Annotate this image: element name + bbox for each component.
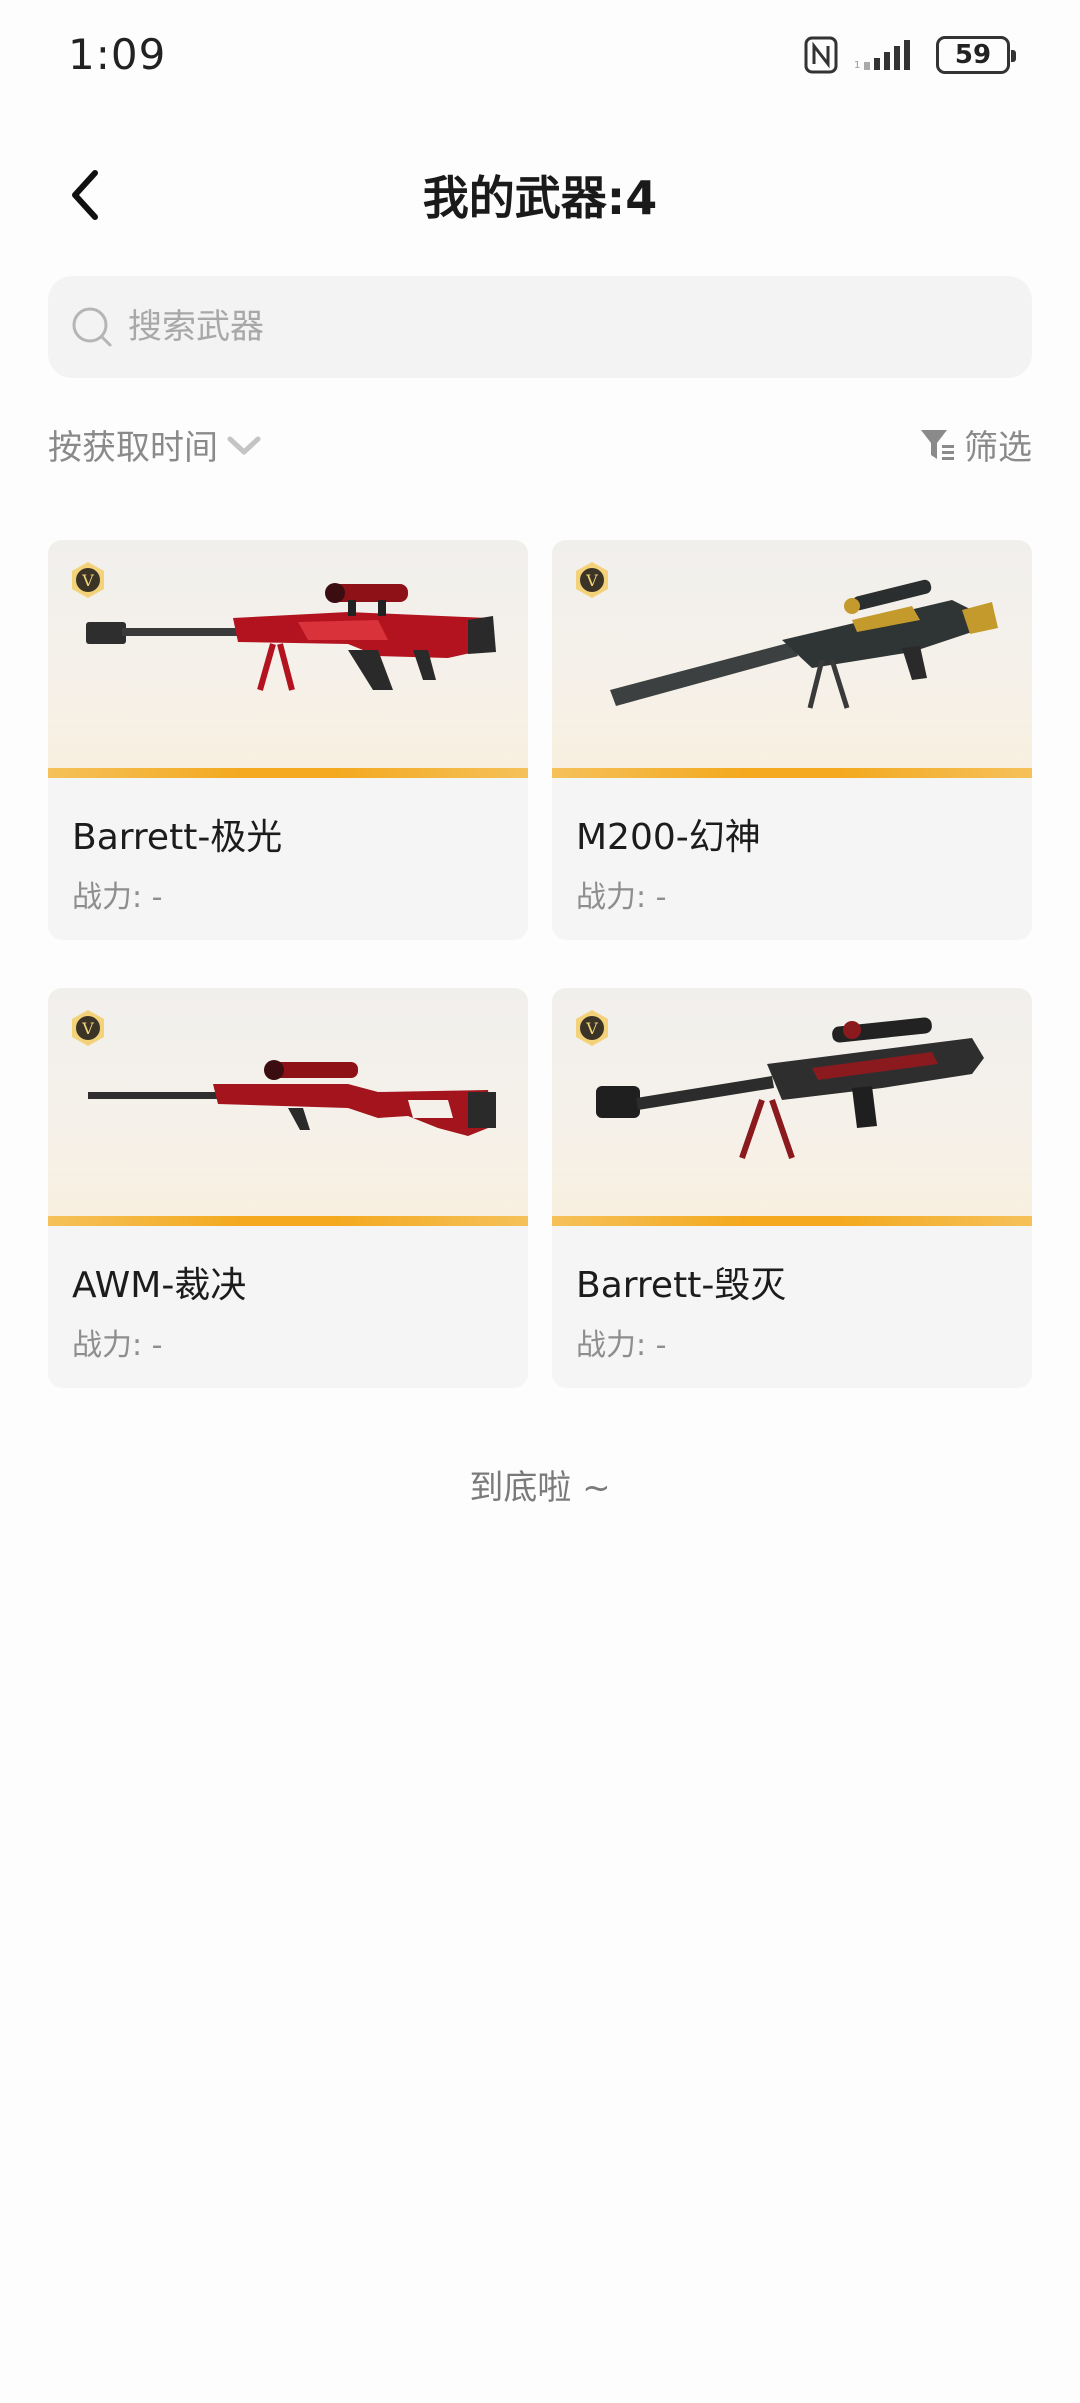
signal-icon: 1 (854, 40, 910, 71)
status-time: 1:09 (68, 30, 167, 79)
weapon-card[interactable]: V M200-幻神 战力: - (552, 540, 1032, 940)
weapon-image-area: V (552, 540, 1032, 778)
weapon-power: 战力: - (72, 880, 163, 915)
battery-indicator: 59 (936, 36, 1016, 74)
weapon-name: M200-幻神 (576, 817, 761, 858)
end-of-list-text: 到底啦 ~ (469, 1468, 611, 1508)
svg-text:V: V (585, 571, 598, 590)
sort-label: 按获取时间 (48, 428, 218, 468)
status-icons: 1 59 (804, 30, 1016, 80)
weapon-image-area: V (552, 988, 1032, 1226)
rifle-dark-gold-icon (610, 579, 998, 709)
svg-text:V: V (81, 1019, 94, 1038)
search-box[interactable] (48, 276, 1032, 378)
weapon-card[interactable]: V Barrett-极光 战力: - (48, 540, 528, 940)
vip-badge-icon: V (576, 1010, 608, 1046)
sort-row: 按获取时间 筛选 (48, 420, 1032, 490)
weapon-card[interactable]: V AWM-裁决 战力: - (48, 988, 528, 1388)
weapon-power: 战力: - (72, 1328, 163, 1363)
search-icon (72, 307, 112, 347)
status-bar: 1:09 1 59 (0, 0, 1080, 110)
rifle-dark-red-icon (596, 1017, 984, 1159)
chevron-down-icon (227, 436, 261, 454)
rifle-red-icon (88, 1060, 496, 1136)
weapon-image-area: V (48, 540, 528, 778)
weapon-image-area: V (48, 988, 528, 1226)
vip-badge-icon: V (72, 562, 104, 598)
weapon-grid: V Barrett-极光 战力: - V M200-幻神 战力: - V AWM… (48, 540, 1032, 1388)
svg-text:V: V (585, 1019, 598, 1038)
filter-button[interactable]: 筛选 (918, 420, 1032, 469)
page-title: 我的武器:4 (422, 171, 658, 225)
header: 我的武器:4 (0, 140, 1080, 250)
weapon-card[interactable]: V Barrett-毁灭 战力: - (552, 988, 1032, 1388)
vip-badge-icon: V (576, 562, 608, 598)
rifle-red-icon (86, 583, 496, 691)
weapon-name: Barrett-毁灭 (576, 1265, 787, 1306)
weapon-power: 战力: - (576, 1328, 667, 1363)
sort-dropdown[interactable]: 按获取时间 (48, 420, 262, 469)
svg-text:V: V (81, 571, 94, 590)
vip-badge-icon: V (72, 1010, 104, 1046)
filter-icon (921, 429, 954, 460)
weapon-name: AWM-裁决 (72, 1265, 247, 1306)
weapon-power: 战力: - (576, 880, 667, 915)
svg-text:1: 1 (854, 60, 860, 71)
filter-label: 筛选 (964, 428, 1032, 468)
battery-level: 59 (954, 40, 992, 70)
weapon-name: Barrett-极光 (72, 817, 283, 858)
nfc-icon (804, 36, 838, 74)
search-input[interactable] (128, 307, 988, 347)
